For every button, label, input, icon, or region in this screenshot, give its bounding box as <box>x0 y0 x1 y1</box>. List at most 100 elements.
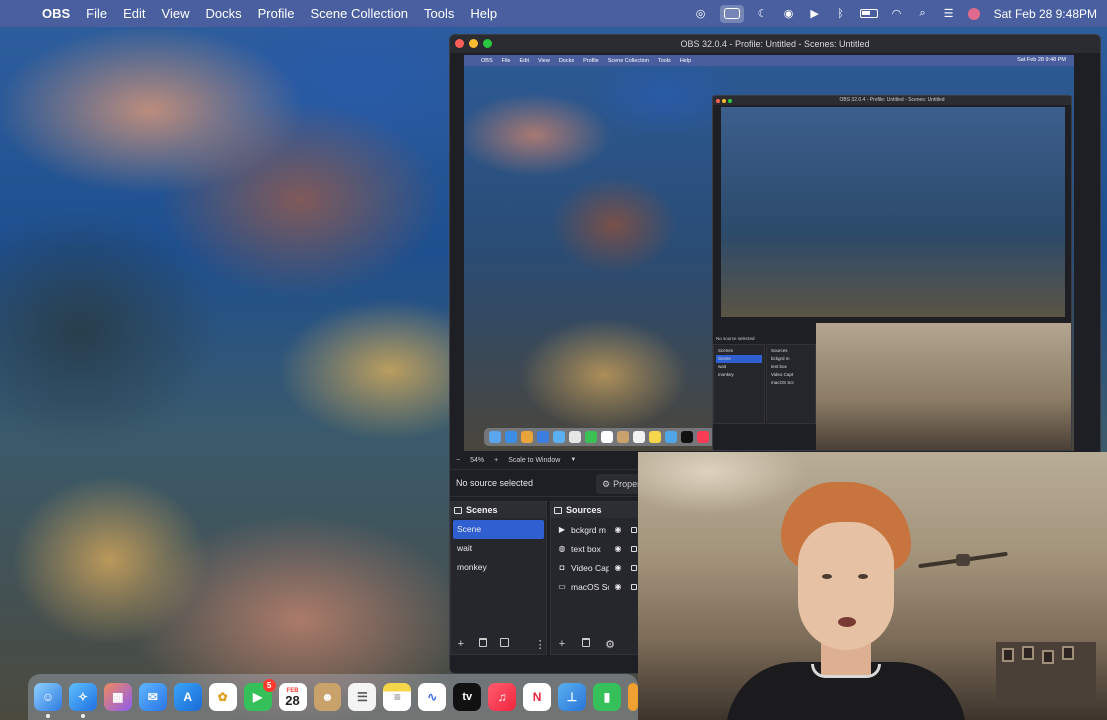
facetime-badge: 5 <box>262 679 276 692</box>
window-title: OBS 32.0.4 - Profile: Untitled - Scenes:… <box>680 39 870 49</box>
scene-more-button[interactable]: ⋮ <box>534 638 546 651</box>
no-source-label: No source selected <box>456 478 534 488</box>
source-item[interactable]: ▶ bckgrd m ◉ <box>551 520 649 539</box>
add-source-button[interactable]: + <box>555 638 569 650</box>
nested-dock-app <box>537 431 549 443</box>
nested-scene-item: wait <box>718 364 727 369</box>
apple-tv-icon[interactable]: tv <box>453 683 482 711</box>
obs-titlebar[interactable]: OBS 32.0.4 - Profile: Untitled - Scenes:… <box>450 35 1100 53</box>
lock-icon[interactable] <box>631 583 637 590</box>
moon-icon[interactable]: ☾ <box>756 7 770 21</box>
menu-file[interactable]: File <box>78 6 115 21</box>
control-center-icon[interactable]: ☰ <box>942 7 956 21</box>
music-icon[interactable]: ♫ <box>488 683 517 711</box>
mail-icon[interactable]: ✉ <box>138 683 167 711</box>
menu-scene-collection[interactable]: Scene Collection <box>302 6 416 21</box>
preview-canvas[interactable]: OBS File Edit View Docks Profile Scene C… <box>464 55 1074 451</box>
nested-webcam-feed <box>816 323 1071 450</box>
menu-tools[interactable]: Tools <box>416 6 462 21</box>
nested-dock-app <box>617 431 629 443</box>
nested-menu-item: Scene Collection <box>607 57 649 64</box>
source-properties-button[interactable]: ⚙ <box>603 638 617 651</box>
lock-icon[interactable] <box>631 526 637 533</box>
nested-source-item: bckgrd m <box>771 356 790 361</box>
news-icon[interactable]: N <box>523 683 552 711</box>
scale-mode-select[interactable]: Scale to Window <box>508 457 560 464</box>
menu-help[interactable]: Help <box>462 6 505 21</box>
menu-docks[interactable]: Docks <box>197 6 249 21</box>
bluetooth-icon[interactable]: ᛒ <box>834 7 848 21</box>
scene-item-monkey[interactable]: monkey <box>451 558 546 577</box>
safari-icon[interactable]: ✧ <box>68 683 97 718</box>
trash-icon <box>478 638 487 647</box>
preview-toolbar: − 54% + Scale to Window ▼ <box>450 453 640 467</box>
trash-icon <box>582 638 590 647</box>
play-icon: ▶ <box>558 525 566 534</box>
pages-icon[interactable] <box>627 683 638 711</box>
notes-icon[interactable]: ≡ <box>383 683 412 711</box>
sources-title: Sources <box>566 505 602 515</box>
zoom-level: 54% <box>470 456 485 464</box>
spotlight-search-icon[interactable]: ⌕ <box>916 7 930 21</box>
visibility-eye-icon[interactable]: ◉ <box>613 563 623 572</box>
menu-app-name[interactable]: OBS <box>34 6 78 21</box>
finder-icon[interactable]: ☺ <box>34 683 62 718</box>
remove-source-button[interactable] <box>579 638 593 650</box>
zoom-in-button[interactable]: + <box>494 457 498 464</box>
status-area: ◎ ☾ ◉ ▶ ᛒ ◠ ⌕ ☰ Sat Feb 28 9:48PM <box>694 0 1097 27</box>
nested-dock-app <box>569 431 581 443</box>
visibility-eye-icon[interactable]: ◉ <box>613 544 623 553</box>
nested-dock-app <box>681 431 693 443</box>
source-item[interactable]: ◘ Video Capt ◉ <box>551 558 649 577</box>
battery-icon[interactable] <box>859 9 878 18</box>
menu-edit[interactable]: Edit <box>115 6 153 21</box>
close-window-button[interactable] <box>455 39 464 48</box>
source-item[interactable]: ◍ text box ◉ <box>551 539 649 558</box>
menu-bar: OBS File Edit View Docks Profile Scene C… <box>0 0 1107 27</box>
facetime-icon[interactable]: ▶ 5 <box>243 679 276 711</box>
scene-item-wait[interactable]: wait <box>451 539 546 558</box>
menubar-clock[interactable]: Sat Feb 28 9:48PM <box>994 7 1097 21</box>
play-circle-icon[interactable]: ▶ <box>808 7 822 21</box>
scene-item-scene[interactable]: Scene <box>453 520 544 539</box>
keynote-icon[interactable]: ⊥ <box>558 683 586 711</box>
lock-icon[interactable] <box>631 545 637 552</box>
menu-profile[interactable]: Profile <box>250 6 303 21</box>
add-scene-button[interactable]: + <box>455 638 467 650</box>
zoom-out-button[interactable]: − <box>456 457 460 464</box>
reminders-icon[interactable]: ☰ <box>348 683 377 711</box>
freeform-icon[interactable]: ∿ <box>418 683 447 711</box>
visibility-eye-icon[interactable]: ◉ <box>613 582 623 591</box>
app-store-icon[interactable]: A <box>173 683 202 711</box>
scene-filters-button[interactable] <box>499 638 511 650</box>
contacts-icon[interactable]: ☻ <box>313 683 342 711</box>
nested-source-item: Video Capt <box>771 372 794 377</box>
zoom-window-button[interactable] <box>483 39 492 48</box>
obs-status-icon[interactable]: ◎ <box>694 7 708 21</box>
screen-record-icon[interactable] <box>719 4 744 23</box>
nested-scene-item: Scene <box>716 355 762 363</box>
nested-menu-item: Help <box>679 57 692 64</box>
source-item[interactable]: ▭ macOS Scr ◉ <box>551 577 649 596</box>
remove-scene-button[interactable] <box>477 638 489 650</box>
scenes-dock-header[interactable]: Scenes <box>451 502 546 518</box>
source-name: bckgrd m <box>571 524 606 535</box>
launchpad-icon[interactable]: ▦ <box>103 683 132 711</box>
visibility-eye-icon[interactable]: ◉ <box>613 525 623 534</box>
minimize-window-button[interactable] <box>469 39 478 48</box>
nested-window-controls <box>716 98 732 103</box>
calendar-icon[interactable]: FEB 28 <box>278 683 307 711</box>
photos-icon[interactable]: ✿ <box>208 683 237 711</box>
numbers-icon[interactable]: ▮ <box>593 683 621 711</box>
tv-label: tv <box>462 691 473 703</box>
nested-clock: Sat Feb 28 9:48 PM <box>1017 57 1066 63</box>
chevron-down-icon[interactable]: ▼ <box>570 457 576 463</box>
wifi-icon[interactable]: ◠ <box>890 7 904 21</box>
nested-dock-app <box>601 431 613 443</box>
activity-icon[interactable]: ◉ <box>782 7 796 21</box>
menu-view[interactable]: View <box>154 6 198 21</box>
sources-dock-header[interactable]: Sources <box>551 502 649 518</box>
lock-icon[interactable] <box>631 564 637 571</box>
siri-icon[interactable] <box>967 7 980 20</box>
mac-dock: ☺ ✧ ▦ ✉ A ✿ ▶ 5 FEB 28 ☻ ☰ ≡ ∿ tv ♫ N ⊥ ▮ <box>28 674 638 720</box>
